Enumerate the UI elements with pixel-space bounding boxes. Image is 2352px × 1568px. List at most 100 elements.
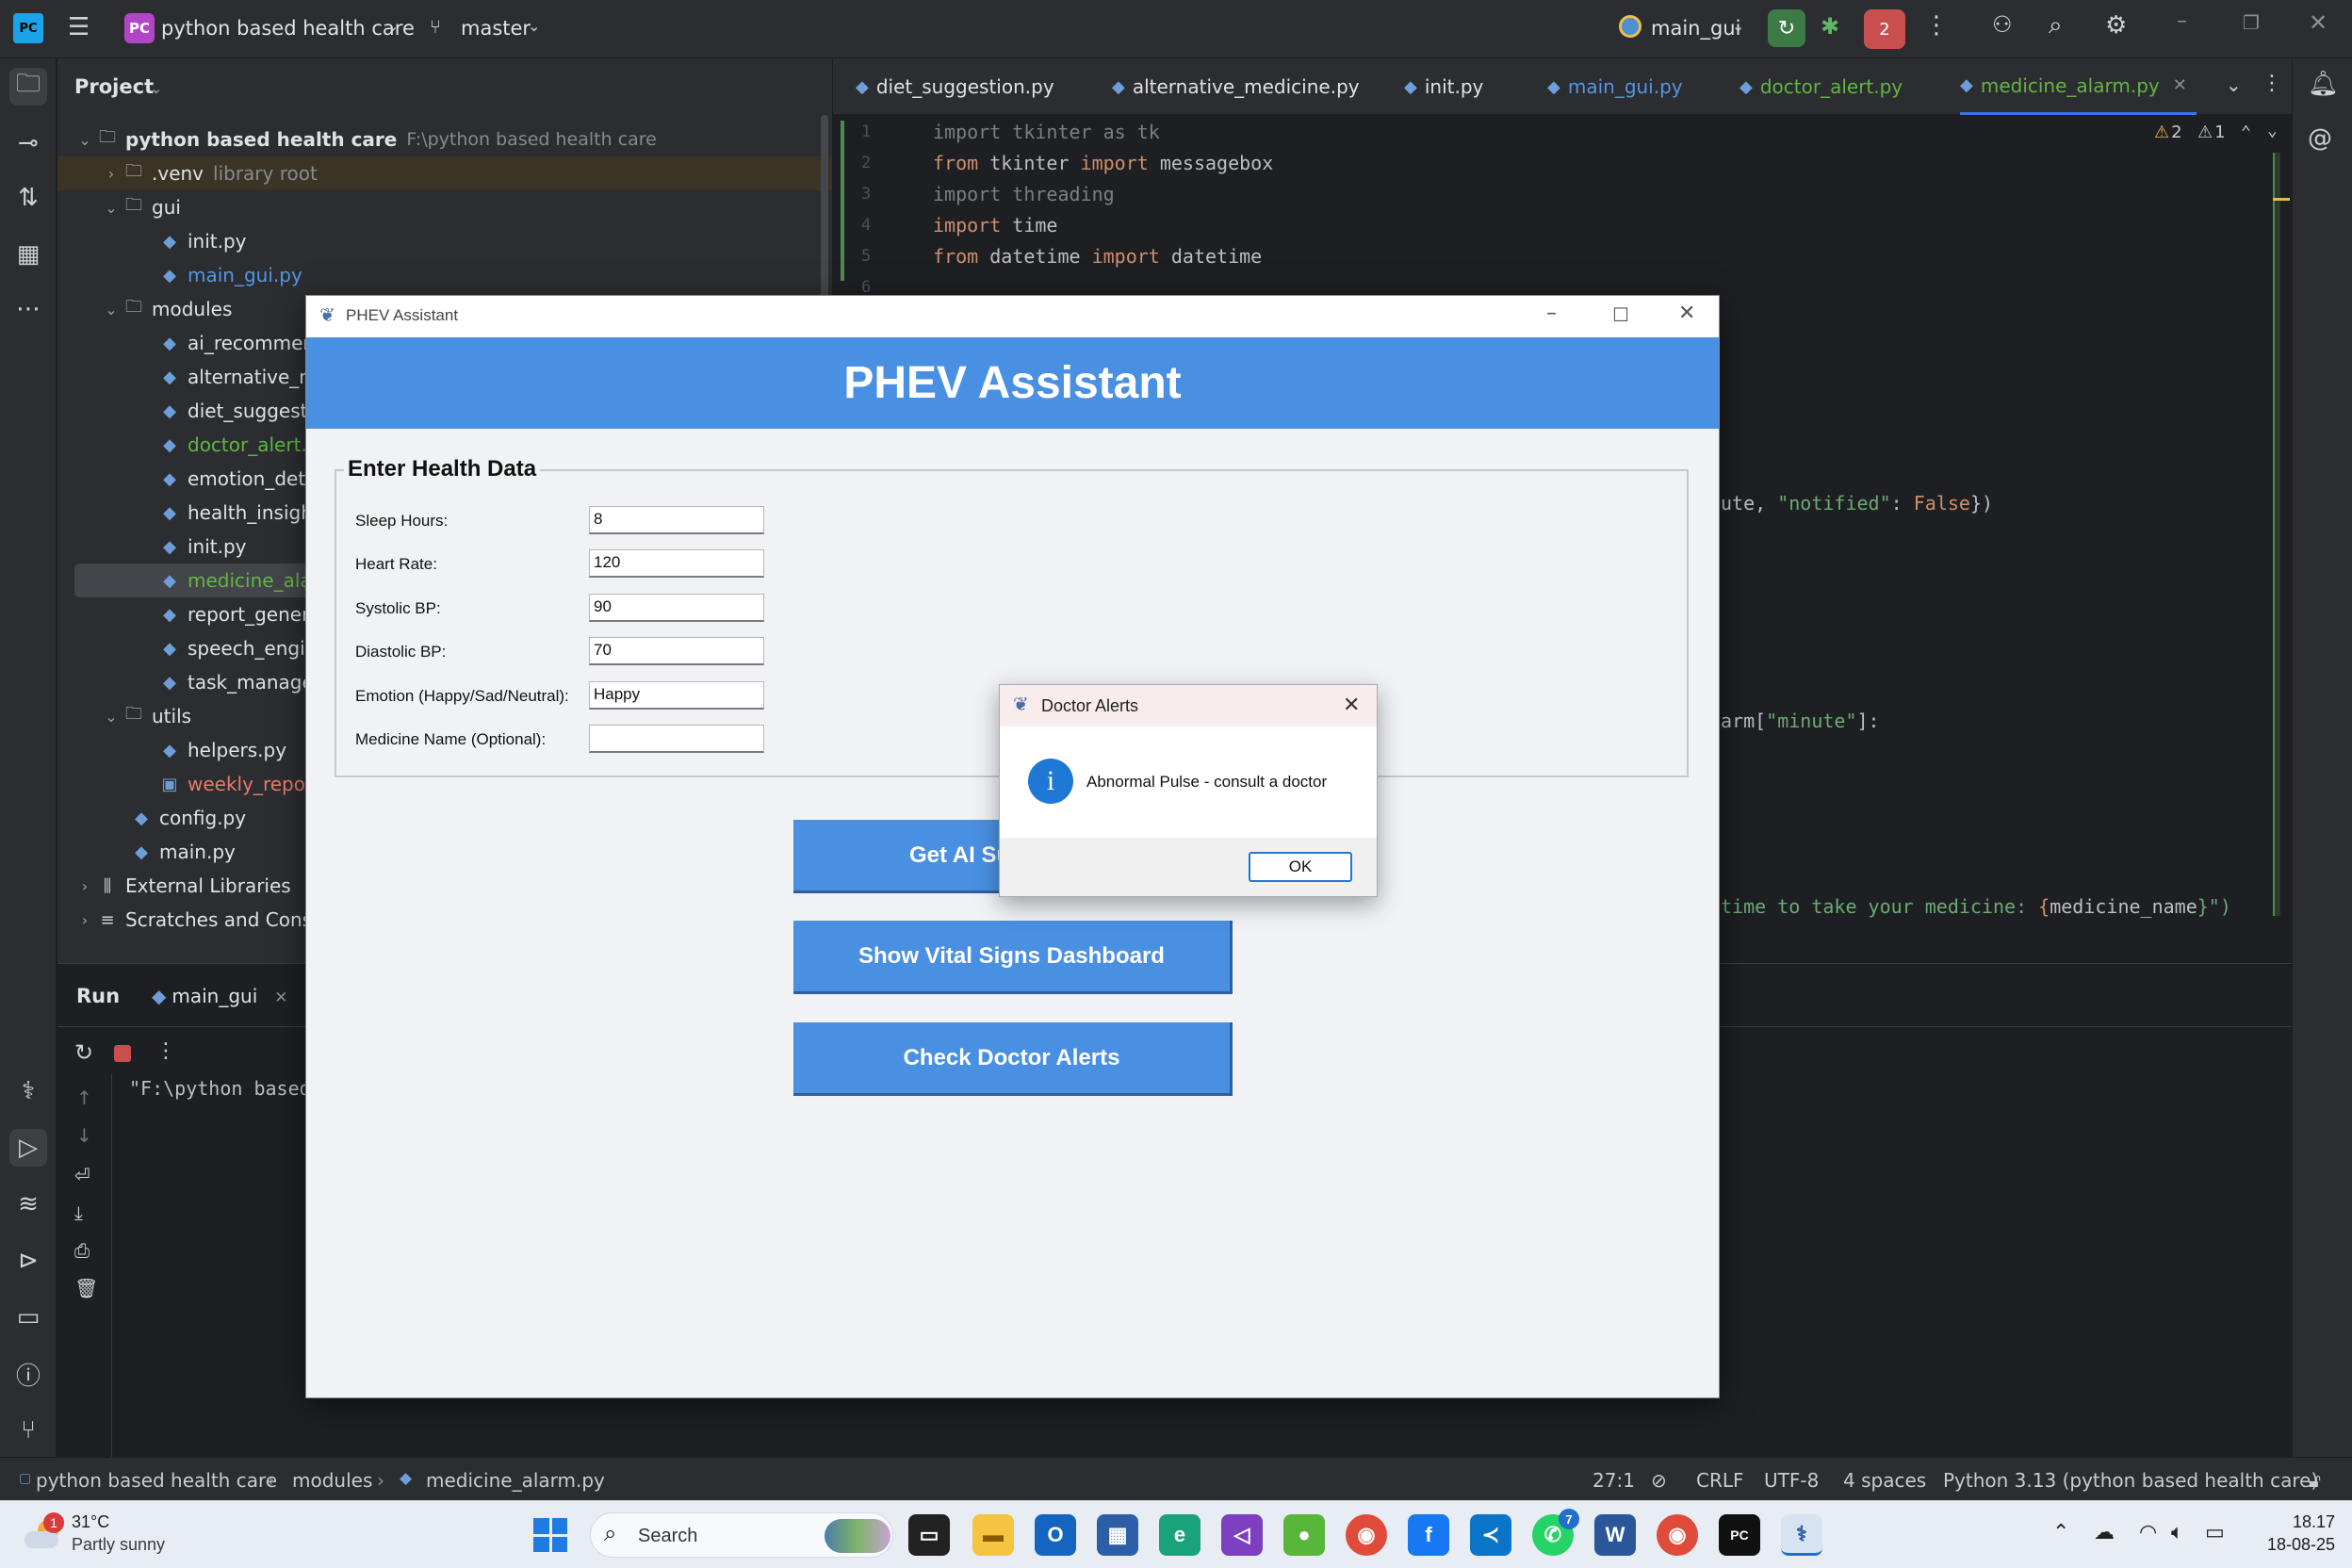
ok-button[interactable]: OK xyxy=(1249,852,1352,882)
lock-icon[interactable]: 🔓︎ xyxy=(2309,1469,2321,1492)
run-tab-main-gui[interactable]: ◆ main_gui ✕ xyxy=(152,985,288,1007)
debug-icon[interactable]: ✱ xyxy=(1821,15,1839,38)
version-control-icon[interactable]: ⑂ xyxy=(9,1412,47,1449)
structure-icon[interactable]: ▦ xyxy=(9,236,47,273)
chevron-up-icon[interactable]: ⌃ xyxy=(2052,1520,2069,1544)
edge-icon[interactable]: e xyxy=(1159,1514,1200,1556)
settings-gear-icon[interactable]: ⚙ xyxy=(2105,13,2127,38)
trash-icon[interactable]: 🗑︎ xyxy=(74,1277,98,1299)
taskbar-search[interactable]: ⌕ Search xyxy=(590,1512,893,1558)
tab-alternative-medicine[interactable]: ◆ alternative_medicine.py xyxy=(1112,58,1360,115)
facebook-icon[interactable]: f xyxy=(1408,1514,1449,1556)
rerun-icon[interactable]: ↻ xyxy=(74,1039,93,1066)
project-panel-title[interactable]: Project xyxy=(74,75,154,98)
windows-start-icon[interactable] xyxy=(533,1518,567,1552)
heart-rate-input[interactable]: 120 xyxy=(589,549,764,578)
python-console-icon[interactable]: ⚕ xyxy=(9,1072,47,1110)
print-icon[interactable]: ⎙ xyxy=(74,1239,90,1262)
chrome-profile-icon[interactable]: ◉ xyxy=(1657,1514,1698,1556)
rerun-button[interactable]: ↻ xyxy=(1768,9,1805,47)
close-tab-icon[interactable]: ✕ xyxy=(274,988,287,1007)
add-user-icon[interactable]: ⚇ xyxy=(1992,13,2013,36)
battery-icon[interactable]: ▭ xyxy=(2205,1520,2225,1544)
clock-time[interactable]: 18.17 xyxy=(2260,1512,2335,1532)
tab-init[interactable]: ◆ init.py xyxy=(1404,58,1483,115)
volume-icon[interactable]: 🔈︎ xyxy=(2171,1520,2183,1544)
caret-position[interactable]: 27:1 xyxy=(1592,1469,1635,1492)
duolingo-icon[interactable]: ● xyxy=(1283,1514,1325,1556)
python-packages-icon[interactable]: ≋ xyxy=(9,1185,47,1223)
indent-setting[interactable]: 4 spaces xyxy=(1843,1469,1926,1492)
arrow-down-icon[interactable]: ↓ xyxy=(76,1124,92,1147)
tab-main-gui[interactable]: ◆ main_gui.py xyxy=(1547,58,1683,115)
whatsapp-icon[interactable]: ✆ 7 xyxy=(1532,1509,1579,1556)
file-encoding[interactable]: UTF-8 xyxy=(1764,1469,1819,1492)
diastolic-bp-input[interactable]: 70 xyxy=(589,637,764,665)
project-folder-icon[interactable]: 🗀 xyxy=(9,68,47,106)
warning-icon[interactable]: ⚠ 2 xyxy=(2154,122,2182,142)
word-icon[interactable]: W xyxy=(1594,1514,1636,1556)
microsoft-store-icon[interactable]: ▦ xyxy=(1097,1514,1138,1556)
arrow-up-icon[interactable]: ↑ xyxy=(76,1086,92,1109)
tree-root[interactable]: ⌄ 🗀 python based health care F:\python ba… xyxy=(57,122,832,156)
tab-medicine-alarm[interactable]: ◆ medicine_alarm.py ✕ xyxy=(1960,58,2197,115)
weather-desc[interactable]: Partly sunny xyxy=(72,1535,165,1555)
stop-button[interactable]: 2 xyxy=(1864,9,1905,49)
emotion-input[interactable]: Happy xyxy=(589,681,764,710)
tree-item-gui-init[interactable]: ◆ init.py xyxy=(57,224,832,258)
breadcrumb-modules[interactable]: modules xyxy=(292,1469,372,1492)
pycharm-taskbar-icon[interactable]: PC xyxy=(1719,1514,1760,1556)
medicine-name-input[interactable] xyxy=(589,725,764,753)
minimize-icon[interactable]: – xyxy=(1546,302,1557,325)
tab-list-chevron-icon[interactable]: ⌄ xyxy=(2226,74,2242,96)
breadcrumb-file[interactable]: medicine_alarm.py xyxy=(426,1469,605,1492)
close-icon[interactable]: ✕ xyxy=(1343,693,1360,717)
chevron-down-icon[interactable]: ⌄ xyxy=(2267,121,2278,140)
console-output[interactable]: "F:\python based xyxy=(129,1077,311,1100)
weak-warning-icon[interactable]: ⚠ 1 xyxy=(2197,122,2226,142)
systolic-bp-input[interactable]: 90 xyxy=(589,594,764,622)
file-explorer-icon[interactable]: ▬ xyxy=(972,1514,1014,1556)
terminal-icon[interactable]: ▭ xyxy=(9,1298,47,1336)
scroll-to-end-icon[interactable]: ⤓ xyxy=(74,1201,83,1224)
close-icon[interactable]: ✕ xyxy=(2309,11,2328,34)
clock-date[interactable]: 18-08-25 xyxy=(2241,1535,2335,1555)
weather-icon[interactable]: 1 xyxy=(24,1512,64,1550)
chrome-icon[interactable]: ◉ xyxy=(1346,1514,1387,1556)
weather-temp[interactable]: 31°C xyxy=(72,1512,109,1532)
tree-item-venv[interactable]: › 🗀 .venv library root xyxy=(57,156,832,190)
services-icon[interactable]: ⊳ xyxy=(9,1242,47,1280)
run-tool-icon[interactable]: ▷ xyxy=(9,1129,47,1167)
commit-icon[interactable]: ⊸ xyxy=(9,124,47,162)
project-badge[interactable]: PC xyxy=(124,13,155,43)
soft-wrap-icon[interactable]: ⏎ xyxy=(74,1164,90,1186)
check-doctor-alerts-button[interactable]: Check Doctor Alerts xyxy=(793,1022,1233,1096)
tab-diet-suggestion[interactable]: ◆ diet_suggestion.py xyxy=(856,58,1054,115)
phev-title-bar[interactable]: ❦ PHEV Assistant – ☐ ✕ xyxy=(306,296,1719,337)
restore-icon[interactable]: ❐ xyxy=(2243,13,2260,32)
branch-dropdown[interactable]: master xyxy=(461,17,531,40)
tab-more-icon[interactable]: ⋮ xyxy=(2262,72,2282,95)
vscode-icon[interactable]: ≺ xyxy=(1470,1514,1511,1556)
notifications-bell-icon[interactable]: 🔔︎ xyxy=(2308,70,2339,98)
chevron-up-icon[interactable]: ⌃ xyxy=(2241,122,2251,142)
more-tools-icon[interactable]: ⋯ xyxy=(9,290,47,328)
more-actions-icon[interactable]: ⋮ xyxy=(1924,13,1949,38)
tab-doctor-alert[interactable]: ◆ doctor_alert.py xyxy=(1740,58,1903,115)
outlook-icon[interactable]: O xyxy=(1035,1514,1076,1556)
python-app-taskbar-icon[interactable]: ⚕ xyxy=(1781,1514,1822,1556)
stop-icon[interactable] xyxy=(114,1045,131,1062)
sleep-hours-input[interactable]: 8 xyxy=(589,506,764,534)
tree-item-main-gui[interactable]: ◆ main_gui.py xyxy=(57,258,832,292)
python-interpreter[interactable]: Python 3.13 (python based health care) xyxy=(1943,1469,2318,1492)
show-vital-signs-button[interactable]: Show Vital Signs Dashboard xyxy=(793,921,1233,994)
search-icon[interactable]: ⌕ xyxy=(2049,13,2063,38)
tree-item-gui[interactable]: ⌄ 🗀 gui xyxy=(57,190,832,224)
task-view-icon[interactable]: ▭ xyxy=(908,1514,950,1556)
onedrive-icon[interactable]: ☁ xyxy=(2094,1520,2115,1544)
breadcrumb-project[interactable]: python based health care xyxy=(36,1469,277,1492)
maximize-icon[interactable]: ☐ xyxy=(1612,303,1629,326)
editor-scrollbar[interactable] xyxy=(2273,153,2280,916)
dialog-title-bar[interactable]: ❦ Doctor Alerts ✕ xyxy=(1000,685,1377,727)
pycharm-logo-icon[interactable]: PC xyxy=(13,13,43,43)
